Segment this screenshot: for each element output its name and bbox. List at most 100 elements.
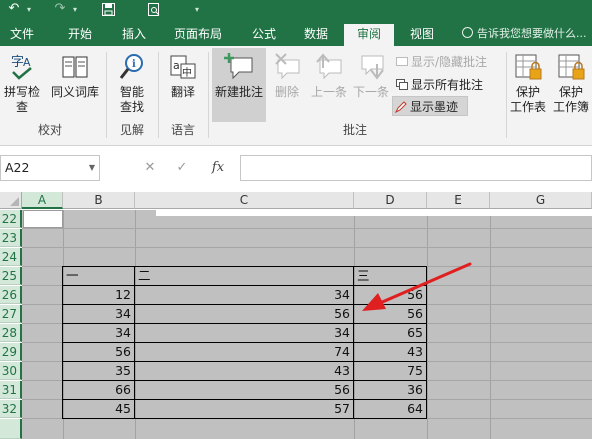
undo-dropdown-icon[interactable]: ▾ xyxy=(24,0,34,20)
delete-comment-button[interactable]: 删除 xyxy=(268,52,306,100)
show-all-comments-icon xyxy=(396,79,408,90)
chevron-down-icon[interactable]: ▼ xyxy=(89,156,95,180)
spell-check-button[interactable]: 字A 拼写检查 xyxy=(0,52,44,115)
active-cell-a22[interactable] xyxy=(23,210,63,228)
table-cell[interactable]: 56 xyxy=(135,305,353,323)
enter-icon[interactable]: ✓ xyxy=(170,155,194,181)
select-all-corner[interactable] xyxy=(0,192,22,209)
print-preview-icon[interactable] xyxy=(146,0,162,20)
protect-workbook-button[interactable]: 保护 工作簿 xyxy=(550,52,592,115)
group-separator xyxy=(506,52,507,138)
row-header-29[interactable]: 29 xyxy=(0,343,22,361)
new-comment-icon xyxy=(224,53,253,80)
table-cell[interactable]: 43 xyxy=(135,362,353,380)
table-header-cell[interactable]: 一 xyxy=(63,267,134,285)
table-cell[interactable]: 43 xyxy=(354,343,426,361)
table-cell[interactable]: 45 xyxy=(63,400,134,418)
protect-sheet-label-2: 工作表 xyxy=(509,100,546,114)
row-header-22[interactable]: 22 xyxy=(0,210,22,228)
row-header-23[interactable]: 23 xyxy=(0,229,22,247)
thesaurus-button[interactable]: 同义词库 xyxy=(48,52,102,100)
tab-page-layout[interactable]: 页面布局 xyxy=(168,24,228,46)
table-cell[interactable]: 34 xyxy=(135,324,353,342)
table-cell[interactable]: 56 xyxy=(135,381,353,399)
tab-view[interactable]: 视图 xyxy=(404,24,440,46)
undo-icon[interactable]: ↶ xyxy=(6,0,22,20)
show-all-comments-button[interactable]: 显示所有批注 xyxy=(394,75,483,95)
row-header-27[interactable]: 27 xyxy=(0,305,22,323)
row-header-26[interactable]: 26 xyxy=(0,286,22,304)
next-comment-icon xyxy=(361,55,384,80)
table-cell[interactable]: 66 xyxy=(63,381,134,399)
thesaurus-icon xyxy=(62,56,88,78)
column-header-b[interactable]: B xyxy=(63,192,135,209)
protect-workbook-icon xyxy=(558,54,585,80)
table-cell[interactable]: 56 xyxy=(63,343,134,361)
tab-review[interactable]: 审阅 xyxy=(344,24,394,46)
show-all-comments-label: 显示所有批注 xyxy=(411,78,484,92)
formula-bar: A22 ▼ ✕ ✓ fx xyxy=(0,146,592,188)
tab-file[interactable]: 文件 xyxy=(4,24,40,46)
table-cell[interactable]: 12 xyxy=(63,286,134,304)
tab-insert[interactable]: 插入 xyxy=(114,24,154,46)
delete-comment-label: 删除 xyxy=(274,85,299,99)
tab-data[interactable]: 数据 xyxy=(296,24,336,46)
cancel-icon[interactable]: ✕ xyxy=(138,155,162,181)
column-header-g[interactable]: G xyxy=(490,192,592,209)
smart-lookup-label-2: 查找 xyxy=(119,100,144,114)
redo-dropdown-icon[interactable]: ▾ xyxy=(70,0,80,20)
row-header-32[interactable]: 32 xyxy=(0,400,22,418)
protect-sheet-button[interactable]: 保护 工作表 xyxy=(508,52,548,115)
translate-label: 翻译 xyxy=(170,85,195,99)
red-arrow-annotation xyxy=(362,262,472,311)
translate-button[interactable]: a中 翻译 xyxy=(162,52,204,100)
svg-text:中: 中 xyxy=(182,66,192,79)
name-box[interactable]: A22 ▼ xyxy=(0,155,100,181)
table-cell[interactable]: 34 xyxy=(63,305,134,323)
table-cell[interactable]: 74 xyxy=(135,343,353,361)
row-header-25[interactable]: 25 xyxy=(0,267,22,285)
customize-toolbar-icon[interactable]: ▾ xyxy=(192,0,202,20)
row-header-28[interactable]: 28 xyxy=(0,324,22,342)
group-insights-label: 见解 xyxy=(119,123,144,137)
next-comment-button[interactable]: 下一条 xyxy=(350,52,392,100)
new-comment-button[interactable]: 新建批注 xyxy=(212,48,266,122)
svg-text:A: A xyxy=(23,56,31,69)
gridline xyxy=(22,228,592,229)
next-comment-label: 下一条 xyxy=(352,85,389,99)
protect-sheet-icon xyxy=(515,54,542,80)
group-separator xyxy=(208,52,209,138)
table-cell[interactable]: 64 xyxy=(354,400,426,418)
insert-function-icon[interactable]: fx xyxy=(206,155,230,181)
table-header-cell[interactable]: 二 xyxy=(135,267,353,285)
row-header-30[interactable]: 30 xyxy=(0,362,22,380)
formula-input[interactable] xyxy=(240,155,592,181)
tell-me-search[interactable]: 告诉我您想要做什么... xyxy=(462,25,587,43)
table-cell[interactable]: 75 xyxy=(354,362,426,380)
gridline xyxy=(22,247,592,248)
column-header-a[interactable]: A xyxy=(22,192,63,209)
tab-home[interactable]: 开始 xyxy=(60,24,100,46)
table-cell[interactable]: 34 xyxy=(135,286,353,304)
table-cell[interactable]: 65 xyxy=(354,324,426,342)
table-cell[interactable]: 35 xyxy=(63,362,134,380)
column-header-c[interactable]: C xyxy=(135,192,354,209)
gridline xyxy=(427,210,428,439)
previous-comment-button[interactable]: 上一条 xyxy=(308,52,350,100)
save-icon[interactable] xyxy=(100,0,116,20)
show-hide-comment-button[interactable]: 显示/隐藏批注 xyxy=(394,52,487,72)
redo-icon[interactable]: ↷ xyxy=(52,0,68,20)
row-header-24[interactable]: 24 xyxy=(0,248,22,266)
table-cell[interactable]: 57 xyxy=(135,400,353,418)
column-header-d[interactable]: D xyxy=(354,192,427,209)
table-cell[interactable]: 36 xyxy=(354,381,426,399)
row-header-31[interactable]: 31 xyxy=(0,381,22,399)
table-cell[interactable]: 34 xyxy=(63,324,134,342)
new-comment-label: 新建批注 xyxy=(214,85,263,99)
show-ink-button[interactable]: 显示墨迹 xyxy=(392,96,468,116)
smart-lookup-button[interactable]: i 智能 查找 xyxy=(110,52,154,115)
tab-formulas[interactable]: 公式 xyxy=(244,24,284,46)
row-header-33[interactable] xyxy=(0,419,22,439)
quick-access-toolbar: ↶ ▾ ↷ ▾ ▾ xyxy=(0,0,592,20)
column-header-e[interactable]: E xyxy=(427,192,490,209)
